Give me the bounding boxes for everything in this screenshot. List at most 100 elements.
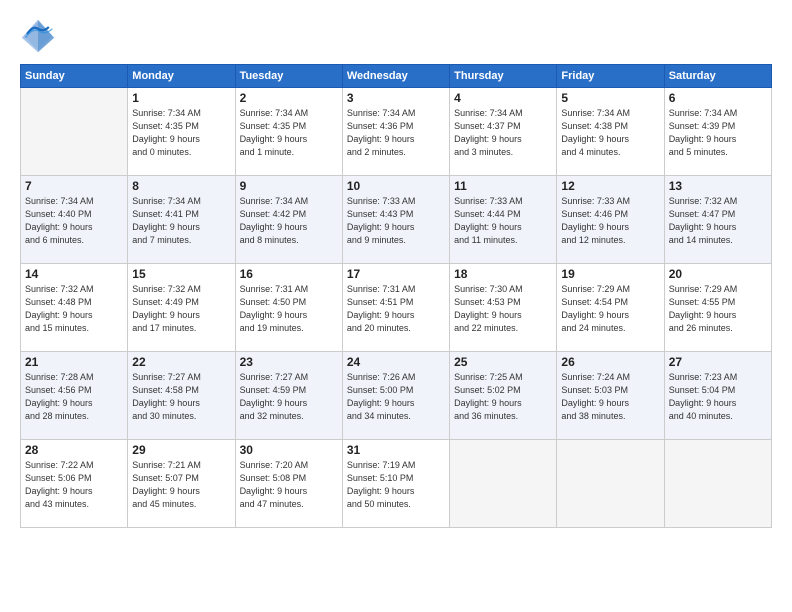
day-info: Sunrise: 7:31 AMSunset: 4:51 PMDaylight:… — [347, 283, 445, 335]
weekday-header-thursday: Thursday — [450, 65, 557, 88]
day-number: 26 — [561, 355, 659, 369]
day-number: 9 — [240, 179, 338, 193]
weekday-header-wednesday: Wednesday — [342, 65, 449, 88]
calendar-cell — [21, 88, 128, 176]
day-info: Sunrise: 7:24 AMSunset: 5:03 PMDaylight:… — [561, 371, 659, 423]
weekday-header-monday: Monday — [128, 65, 235, 88]
calendar-cell: 26 Sunrise: 7:24 AMSunset: 5:03 PMDayligh… — [557, 352, 664, 440]
calendar-cell: 13 Sunrise: 7:32 AMSunset: 4:47 PMDayligh… — [664, 176, 771, 264]
calendar-cell: 7Sunrise: 7:34 AMSunset: 4:40 PMDaylight… — [21, 176, 128, 264]
day-info: Sunrise: 7:32 AMSunset: 4:49 PMDaylight:… — [132, 283, 230, 335]
day-number: 21 — [25, 355, 123, 369]
day-info: Sunrise: 7:34 AMSunset: 4:41 PMDaylight:… — [132, 195, 230, 247]
calendar-table: SundayMondayTuesdayWednesdayThursdayFrid… — [20, 64, 772, 528]
calendar-cell — [450, 440, 557, 528]
day-info: Sunrise: 7:33 AMSunset: 4:46 PMDaylight:… — [561, 195, 659, 247]
day-number: 30 — [240, 443, 338, 457]
day-info: Sunrise: 7:34 AMSunset: 4:36 PMDaylight:… — [347, 107, 445, 159]
calendar-cell: 8Sunrise: 7:34 AMSunset: 4:41 PMDaylight… — [128, 176, 235, 264]
header — [20, 18, 772, 54]
calendar-cell: 11 Sunrise: 7:33 AMSunset: 4:44 PMDayligh… — [450, 176, 557, 264]
weekday-header-row: SundayMondayTuesdayWednesdayThursdayFrid… — [21, 65, 772, 88]
week-row-5: 28Sunrise: 7:22 AMSunset: 5:06 PMDayligh… — [21, 440, 772, 528]
page: SundayMondayTuesdayWednesdayThursdayFrid… — [0, 0, 792, 612]
calendar-cell: 15 Sunrise: 7:32 AMSunset: 4:49 PMDayligh… — [128, 264, 235, 352]
day-info: Sunrise: 7:34 AMSunset: 4:40 PMDaylight:… — [25, 195, 123, 247]
day-info: Sunrise: 7:34 AMSunset: 4:39 PMDaylight:… — [669, 107, 767, 159]
logo — [20, 18, 62, 54]
calendar-cell: 9 Sunrise: 7:34 AMSunset: 4:42 PMDaylight… — [235, 176, 342, 264]
day-number: 19 — [561, 267, 659, 281]
day-number: 6 — [669, 91, 767, 105]
calendar-cell: 18 Sunrise: 7:30 AMSunset: 4:53 PMDayligh… — [450, 264, 557, 352]
day-info: Sunrise: 7:34 AMSunset: 4:37 PMDaylight:… — [454, 107, 552, 159]
weekday-header-sunday: Sunday — [21, 65, 128, 88]
calendar-cell: 24 Sunrise: 7:26 AMSunset: 5:00 PMDayligh… — [342, 352, 449, 440]
calendar-cell: 28Sunrise: 7:22 AMSunset: 5:06 PMDayligh… — [21, 440, 128, 528]
day-info: Sunrise: 7:21 AMSunset: 5:07 PMDaylight:… — [132, 459, 230, 511]
day-number: 1 — [132, 91, 230, 105]
day-info: Sunrise: 7:28 AMSunset: 4:56 PMDaylight:… — [25, 371, 123, 423]
day-number: 27 — [669, 355, 767, 369]
day-number: 17 — [347, 267, 445, 281]
day-number: 15 — [132, 267, 230, 281]
calendar-cell: 20 Sunrise: 7:29 AMSunset: 4:55 PMDayligh… — [664, 264, 771, 352]
day-number: 3 — [347, 91, 445, 105]
calendar-cell: 21 Sunrise: 7:28 AMSunset: 4:56 PMDayligh… — [21, 352, 128, 440]
weekday-header-friday: Friday — [557, 65, 664, 88]
day-number: 4 — [454, 91, 552, 105]
weekday-header-tuesday: Tuesday — [235, 65, 342, 88]
day-info: Sunrise: 7:34 AMSunset: 4:38 PMDaylight:… — [561, 107, 659, 159]
day-info: Sunrise: 7:32 AMSunset: 4:48 PMDaylight:… — [25, 283, 123, 335]
day-number: 5 — [561, 91, 659, 105]
week-row-1: 1 Sunrise: 7:34 AMSunset: 4:35 PMDaylight… — [21, 88, 772, 176]
day-info: Sunrise: 7:20 AMSunset: 5:08 PMDaylight:… — [240, 459, 338, 511]
calendar-cell: 27Sunrise: 7:23 AMSunset: 5:04 PMDayligh… — [664, 352, 771, 440]
week-row-3: 14 Sunrise: 7:32 AMSunset: 4:48 PMDayligh… — [21, 264, 772, 352]
day-info: Sunrise: 7:34 AMSunset: 4:35 PMDaylight:… — [240, 107, 338, 159]
day-info: Sunrise: 7:27 AMSunset: 4:58 PMDaylight:… — [132, 371, 230, 423]
calendar-cell: 25Sunrise: 7:25 AMSunset: 5:02 PMDayligh… — [450, 352, 557, 440]
day-info: Sunrise: 7:29 AMSunset: 4:55 PMDaylight:… — [669, 283, 767, 335]
calendar-cell: 12 Sunrise: 7:33 AMSunset: 4:46 PMDayligh… — [557, 176, 664, 264]
calendar-cell: 10Sunrise: 7:33 AMSunset: 4:43 PMDayligh… — [342, 176, 449, 264]
day-number: 18 — [454, 267, 552, 281]
day-info: Sunrise: 7:32 AMSunset: 4:47 PMDaylight:… — [669, 195, 767, 247]
day-number: 24 — [347, 355, 445, 369]
calendar-cell: 4 Sunrise: 7:34 AMSunset: 4:37 PMDaylight… — [450, 88, 557, 176]
calendar-cell: 31Sunrise: 7:19 AMSunset: 5:10 PMDayligh… — [342, 440, 449, 528]
calendar-cell: 16Sunrise: 7:31 AMSunset: 4:50 PMDayligh… — [235, 264, 342, 352]
week-row-4: 21 Sunrise: 7:28 AMSunset: 4:56 PMDayligh… — [21, 352, 772, 440]
day-number: 29 — [132, 443, 230, 457]
day-info: Sunrise: 7:31 AMSunset: 4:50 PMDaylight:… — [240, 283, 338, 335]
day-info: Sunrise: 7:30 AMSunset: 4:53 PMDaylight:… — [454, 283, 552, 335]
calendar-cell: 23Sunrise: 7:27 AMSunset: 4:59 PMDayligh… — [235, 352, 342, 440]
day-info: Sunrise: 7:33 AMSunset: 4:44 PMDaylight:… — [454, 195, 552, 247]
day-number: 12 — [561, 179, 659, 193]
calendar-cell: 3 Sunrise: 7:34 AMSunset: 4:36 PMDaylight… — [342, 88, 449, 176]
day-info: Sunrise: 7:27 AMSunset: 4:59 PMDaylight:… — [240, 371, 338, 423]
day-number: 20 — [669, 267, 767, 281]
calendar-cell: 17 Sunrise: 7:31 AMSunset: 4:51 PMDayligh… — [342, 264, 449, 352]
day-info: Sunrise: 7:25 AMSunset: 5:02 PMDaylight:… — [454, 371, 552, 423]
day-number: 14 — [25, 267, 123, 281]
day-info: Sunrise: 7:29 AMSunset: 4:54 PMDaylight:… — [561, 283, 659, 335]
day-info: Sunrise: 7:26 AMSunset: 5:00 PMDaylight:… — [347, 371, 445, 423]
day-number: 22 — [132, 355, 230, 369]
calendar-cell: 14 Sunrise: 7:32 AMSunset: 4:48 PMDayligh… — [21, 264, 128, 352]
day-number: 11 — [454, 179, 552, 193]
calendar-cell — [557, 440, 664, 528]
calendar-cell: 6 Sunrise: 7:34 AMSunset: 4:39 PMDaylight… — [664, 88, 771, 176]
day-number: 2 — [240, 91, 338, 105]
calendar-cell: 2 Sunrise: 7:34 AMSunset: 4:35 PMDaylight… — [235, 88, 342, 176]
calendar-cell: 22 Sunrise: 7:27 AMSunset: 4:58 PMDayligh… — [128, 352, 235, 440]
day-info: Sunrise: 7:22 AMSunset: 5:06 PMDaylight:… — [25, 459, 123, 511]
calendar-cell: 19 Sunrise: 7:29 AMSunset: 4:54 PMDayligh… — [557, 264, 664, 352]
day-number: 10 — [347, 179, 445, 193]
week-row-2: 7Sunrise: 7:34 AMSunset: 4:40 PMDaylight… — [21, 176, 772, 264]
day-info: Sunrise: 7:34 AMSunset: 4:42 PMDaylight:… — [240, 195, 338, 247]
day-number: 31 — [347, 443, 445, 457]
calendar-cell: 1 Sunrise: 7:34 AMSunset: 4:35 PMDaylight… — [128, 88, 235, 176]
day-number: 13 — [669, 179, 767, 193]
day-info: Sunrise: 7:34 AMSunset: 4:35 PMDaylight:… — [132, 107, 230, 159]
